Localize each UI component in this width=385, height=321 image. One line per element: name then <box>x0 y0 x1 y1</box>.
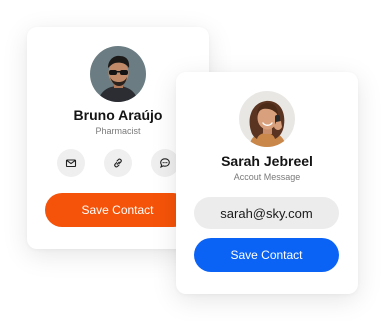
chat-button[interactable] <box>151 149 179 177</box>
email-field[interactable]: sarah@sky.com <box>194 197 339 229</box>
save-contact-button[interactable]: Save Contact <box>194 238 339 272</box>
avatar-image <box>239 91 295 147</box>
avatar-image <box>90 46 146 102</box>
avatar <box>90 46 146 102</box>
chat-icon <box>160 158 170 169</box>
contact-role: Accout Message <box>233 172 301 182</box>
save-contact-button[interactable]: Save Contact <box>45 193 190 227</box>
link-icon <box>114 158 122 168</box>
avatar <box>239 91 295 147</box>
contact-card-sarah: Sarah Jebreel Accout Message sarah@sky.c… <box>176 72 358 294</box>
mail-button[interactable] <box>57 149 85 177</box>
contact-name: Sarah Jebreel <box>221 153 313 169</box>
link-button[interactable] <box>104 149 132 177</box>
mail-icon <box>65 159 77 168</box>
